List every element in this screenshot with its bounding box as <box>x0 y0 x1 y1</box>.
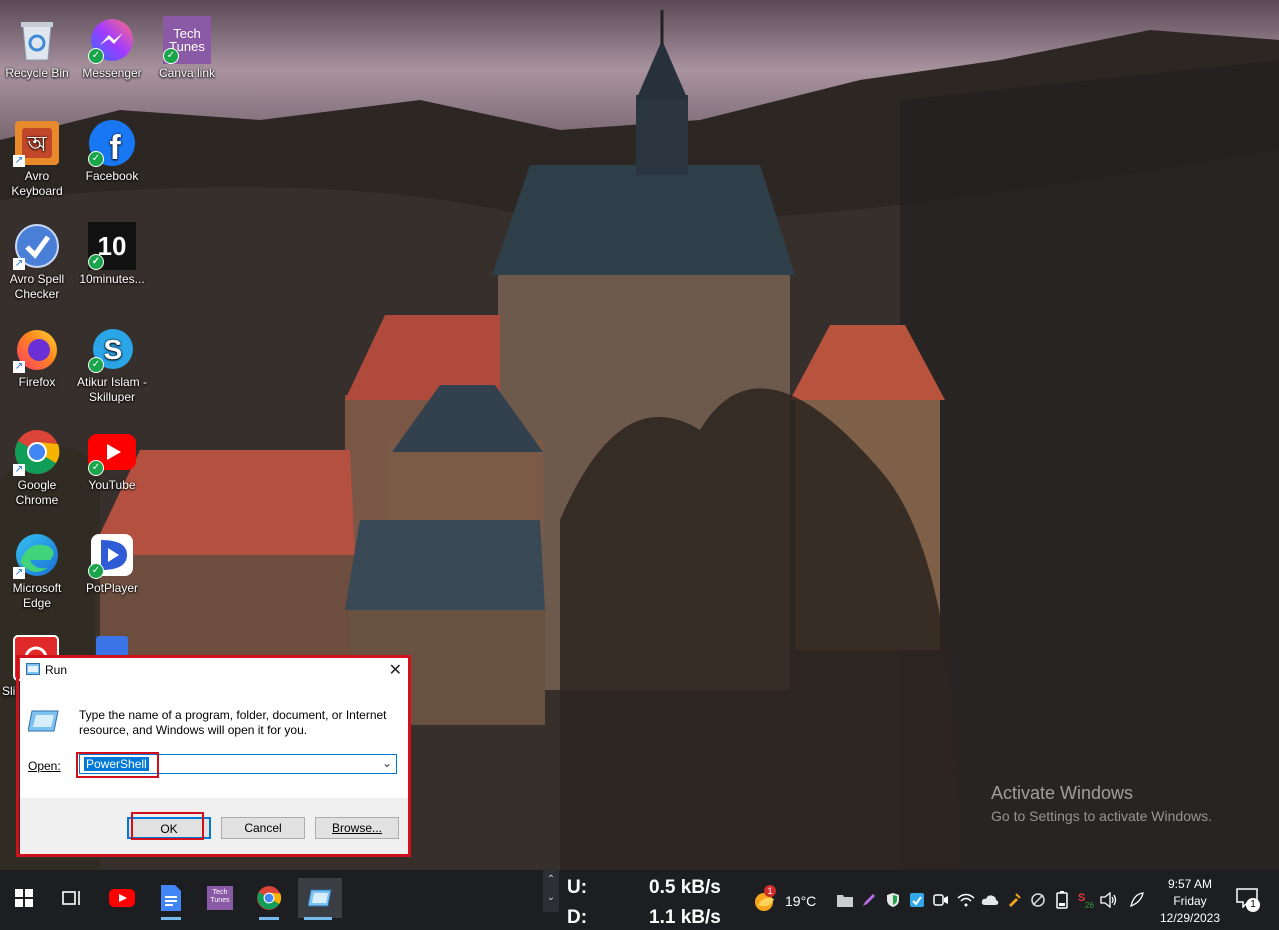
clock[interactable]: 9:57 AM Friday 12/29/2023 <box>1152 870 1228 930</box>
upload-speed: 0.5 kB/s <box>649 877 721 898</box>
svg-text:f: f <box>109 129 121 167</box>
sync-check-icon: ✓ <box>88 151 104 167</box>
shortcut-arrow-icon: ↗ <box>13 361 25 373</box>
sync-check-icon: ✓ <box>88 357 104 373</box>
cloud-icon[interactable] <box>980 870 1000 930</box>
task-view-button[interactable] <box>52 878 92 918</box>
sync-check-icon: ✓ <box>88 460 104 476</box>
sync-check-icon: ✓ <box>88 563 104 579</box>
volume-icon[interactable] <box>1098 870 1120 930</box>
shortcut-arrow-icon: ↗ <box>13 155 25 167</box>
weather-badge: 1 <box>764 885 776 897</box>
pen-workspace-icon[interactable] <box>1126 870 1148 930</box>
potplayer-icon: ✓ <box>88 531 136 579</box>
sync-check-icon: ✓ <box>88 254 104 270</box>
messenger-icon: ✓ <box>88 16 136 64</box>
run-app-icon <box>308 889 332 907</box>
upload-label: U: <box>567 877 588 898</box>
taskbar-chrome[interactable] <box>249 878 289 920</box>
facebook-icon: f ✓ <box>88 119 136 167</box>
skype-icon: S ✓ <box>88 325 136 373</box>
document-icon-partial <box>96 636 128 656</box>
desktop-icon-microsoft-edge[interactable]: ↗ Microsoft Edge <box>1 531 73 611</box>
desktop-icon-google-chrome[interactable]: ↗ Google Chrome <box>1 428 73 508</box>
taskbar-google-docs[interactable] <box>151 878 191 920</box>
onedrive-sync-tray-icon[interactable] <box>908 870 926 930</box>
youtube-icon: ✓ <box>88 428 136 476</box>
svg-text:26: 26 <box>1085 901 1094 909</box>
activate-windows-subtitle: Go to Settings to activate Windows. <box>991 808 1212 824</box>
meet-now-icon[interactable] <box>932 870 950 930</box>
chrome-icon: ↗ <box>13 428 61 476</box>
taskbar-youtube[interactable] <box>102 878 142 918</box>
download-speed: 1.1 kB/s <box>649 907 721 928</box>
clock-date: 12/29/2023 <box>1159 911 1221 925</box>
task-view-icon <box>62 891 80 905</box>
wifi-icon[interactable] <box>956 870 976 930</box>
chrome-icon <box>257 886 282 910</box>
sync-check-icon: ✓ <box>163 48 179 64</box>
temperature[interactable]: 19°C <box>785 893 816 909</box>
canva-thumbnail-icon: Tech Tunes <box>207 886 233 910</box>
activate-windows-title: Activate Windows <box>991 783 1134 803</box>
tenminutes-icon: 10 ✓ <box>88 222 136 270</box>
keyboard-language-icon[interactable]: S 26 <box>1074 870 1096 930</box>
desktop-icon-avro-keyboard[interactable]: অ ↗ Avro Keyboard <box>1 119 73 199</box>
firefox-icon: ↗ <box>13 325 61 373</box>
desktop-icon-avro-spell-checker[interactable]: ↗ Avro Spell Checker <box>1 222 73 302</box>
desktop-icon-youtube[interactable]: ✓ YouTube <box>76 428 148 493</box>
weather-icon[interactable]: 1 <box>752 885 778 913</box>
chevron-up-icon[interactable]: ⌃ <box>543 870 559 890</box>
notification-badge: 1 <box>1246 898 1260 912</box>
pen-tray-icon[interactable] <box>860 870 878 930</box>
spell-checker-icon: ↗ <box>13 222 61 270</box>
highlight-box-input <box>76 752 159 778</box>
start-button[interactable] <box>4 878 44 918</box>
desktop-icon-firefox[interactable]: ↗ Firefox <box>1 325 73 390</box>
taskbar: Tech Tunes ⌃ ⌄ U: 0.5 kB/s D: 1.1 kB/s 1… <box>0 870 1279 930</box>
battery-icon[interactable] <box>1052 870 1072 930</box>
google-docs-icon <box>161 885 181 911</box>
folder-tray-icon[interactable] <box>836 870 854 930</box>
desktop-icon-messenger[interactable]: ✓ Messenger <box>76 16 148 81</box>
avro-keyboard-icon: অ ↗ <box>13 119 61 167</box>
desktop-icon-potplayer[interactable]: ✓ PotPlayer <box>76 531 148 596</box>
clock-day: Friday <box>1173 894 1207 908</box>
download-label: D: <box>567 907 588 928</box>
desktop-icon-canva-link[interactable]: Tech Tunes ✓ Canva link <box>151 16 223 81</box>
shortcut-arrow-icon: ↗ <box>13 567 25 579</box>
chevron-down-icon[interactable]: ⌄ <box>543 890 559 906</box>
security-shield-icon[interactable] <box>884 870 902 930</box>
taskbar-run[interactable] <box>298 878 342 920</box>
clock-time: 9:57 AM <box>1167 877 1213 891</box>
shortcut-arrow-icon: ↗ <box>13 258 25 270</box>
svg-text:অ: অ <box>26 132 47 157</box>
sync-check-icon: ✓ <box>88 48 104 64</box>
edge-icon: ↗ <box>13 531 61 579</box>
network-activity-icon[interactable] <box>1028 870 1048 930</box>
highlight-box-ok <box>131 812 204 840</box>
desktop-icon-recycle-bin[interactable]: Recycle Bin <box>1 16 73 81</box>
taskbar-canva-link[interactable]: Tech Tunes <box>200 878 240 918</box>
desktop-icon-facebook[interactable]: f ✓ Facebook <box>76 119 148 184</box>
desktop-icon-skilluper[interactable]: S ✓ Atikur Islam - Skilluper <box>76 325 148 405</box>
youtube-icon <box>109 889 135 907</box>
power-plug-icon[interactable] <box>1004 870 1024 930</box>
canva-thumbnail-icon: Tech Tunes ✓ <box>163 16 211 64</box>
desktop-icon-10minutes[interactable]: 10 ✓ 10minutes... <box>76 222 148 287</box>
svg-text:S: S <box>104 334 123 365</box>
shortcut-arrow-icon: ↗ <box>13 464 25 476</box>
netmeter-scroll[interactable]: ⌃ ⌄ <box>543 870 559 912</box>
windows-logo-icon <box>15 889 33 907</box>
recycle-bin-icon <box>13 16 61 64</box>
notification-center-button[interactable]: 1 <box>1236 888 1262 914</box>
